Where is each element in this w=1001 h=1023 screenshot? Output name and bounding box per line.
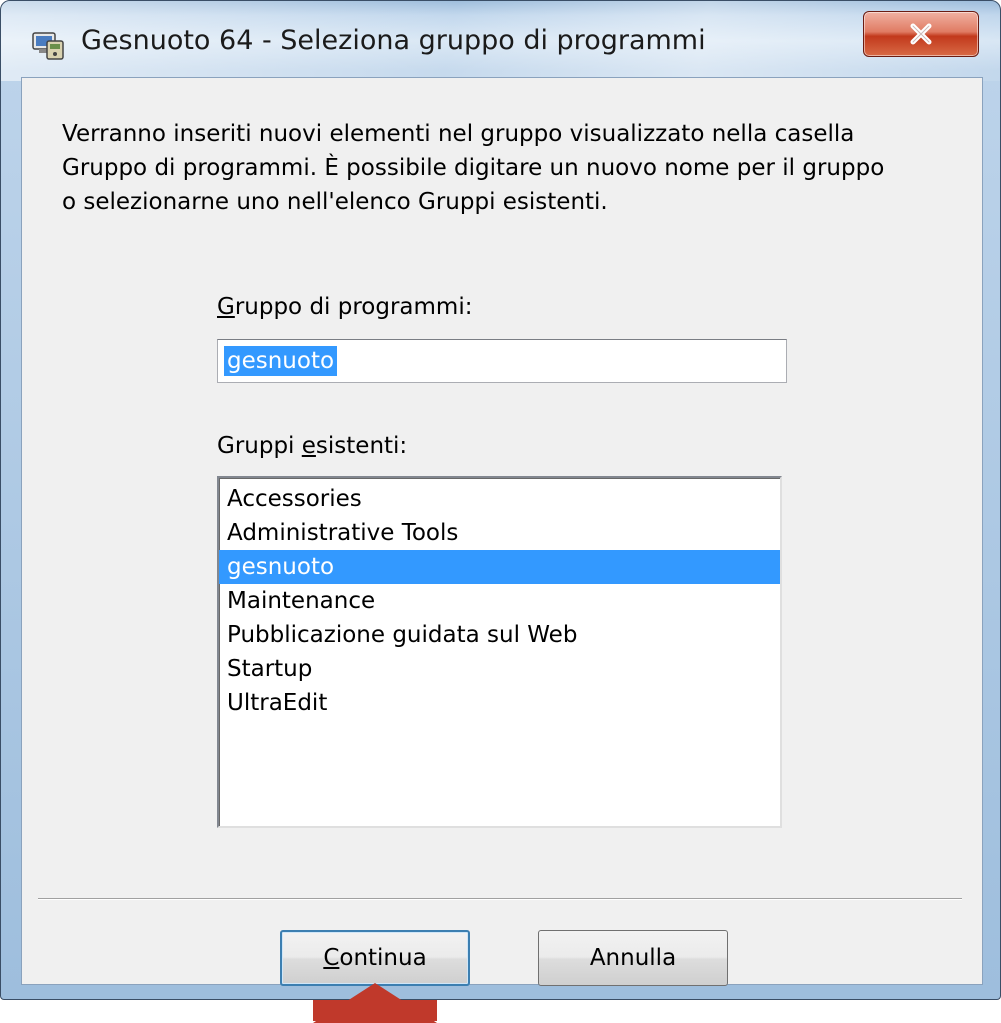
installer-icon (32, 32, 64, 60)
close-icon (910, 23, 932, 45)
program-group-input[interactable]: gesnuoto (217, 339, 787, 383)
existing-groups-label: Gruppi esistenti: (217, 433, 408, 459)
continue-button[interactable]: Continua (280, 930, 470, 986)
list-item[interactable]: Administrative Tools (219, 516, 780, 550)
dialog-content: Verranno inseriti nuovi elementi nel gru… (21, 77, 983, 986)
list-item[interactable]: UltraEdit (219, 686, 780, 720)
window-title: Gesnuoto 64 - Seleziona gruppo di progra… (81, 25, 706, 56)
list-item[interactable]: Startup (219, 652, 780, 686)
list-item[interactable]: gesnuoto (219, 550, 780, 584)
list-item[interactable]: Maintenance (219, 584, 780, 618)
separator (38, 898, 962, 900)
existing-groups-list[interactable]: Accessories Administrative Tools gesnuoto M… (217, 476, 782, 828)
close-button[interactable] (863, 11, 979, 57)
program-group-label: Gruppo di programmi: (217, 294, 473, 320)
list-item[interactable]: Accessories (219, 482, 780, 516)
dialog-window: Gesnuoto 64 - Seleziona gruppo di progra… (0, 0, 1001, 1000)
program-group-value: gesnuoto (224, 346, 338, 376)
cancel-button[interactable]: Annulla (538, 930, 728, 986)
pointer-arrow-base (313, 1000, 437, 1021)
list-item[interactable]: Pubblicazione guidata sul Web (219, 618, 780, 652)
description-text: Verranno inseriti nuovi elementi nel gru… (62, 121, 885, 215)
